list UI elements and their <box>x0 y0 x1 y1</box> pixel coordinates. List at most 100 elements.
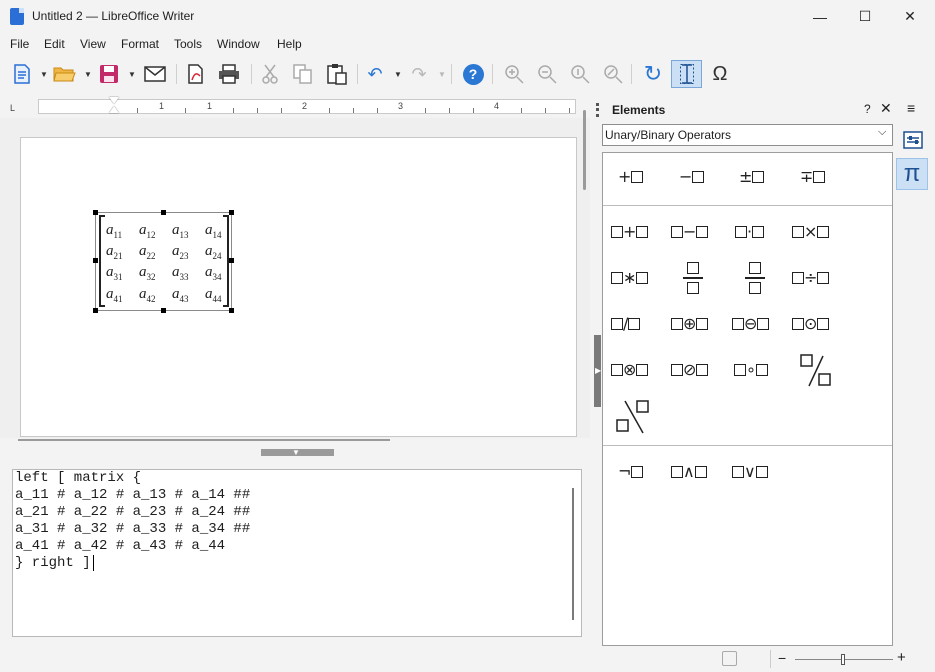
menu-tools[interactable]: Tools <box>174 37 202 51</box>
statusbar-separator <box>770 650 771 668</box>
open-dropdown-icon[interactable]: ▼ <box>84 70 92 79</box>
indent-marker-icon[interactable] <box>109 106 119 113</box>
element-composition[interactable]: ∘ <box>734 360 769 379</box>
print-icon[interactable] <box>214 60 244 88</box>
element-slash-fraction[interactable] <box>799 354 835 391</box>
menu-edit[interactable]: Edit <box>44 37 65 51</box>
maximize-button[interactable]: ☐ <box>842 0 888 33</box>
new-dropdown-icon[interactable]: ▼ <box>40 70 48 79</box>
element-boolean-not[interactable]: ¬ <box>618 462 644 481</box>
element-wide-fraction[interactable] <box>745 262 765 294</box>
element-multiplication-x[interactable]: × <box>792 222 830 241</box>
element-addition[interactable]: + <box>611 222 649 241</box>
document-modified-icon[interactable] <box>722 651 737 666</box>
element-unary-plus[interactable]: + <box>618 167 644 186</box>
element-circled-times[interactable]: ⊗ <box>611 360 649 379</box>
undo-icon[interactable]: ↶ <box>361 60 389 88</box>
selection-handle[interactable] <box>161 308 166 313</box>
new-icon[interactable] <box>8 60 36 88</box>
zoom-in-icon[interactable] <box>500 60 528 88</box>
ruler-tick <box>473 108 474 113</box>
formula-cursor-icon[interactable] <box>671 60 702 88</box>
element-backslash-fraction[interactable] <box>614 399 652 438</box>
selection-handle[interactable] <box>93 308 98 313</box>
element-division[interactable]: ÷ <box>792 268 830 287</box>
zoom-in-button[interactable]: + <box>897 649 906 666</box>
ruler-tick <box>425 108 426 113</box>
matrix-row: a11 a12 a13 a14 <box>106 222 235 240</box>
copy-icon[interactable] <box>289 60 317 88</box>
element-minus-plus[interactable]: ∓ <box>800 167 826 186</box>
ruler-corner-tab-icon[interactable]: L <box>10 103 15 113</box>
properties-icon[interactable] <box>899 126 927 154</box>
selection-handle[interactable] <box>93 210 98 215</box>
paste-icon[interactable] <box>323 60 351 88</box>
selection-handle[interactable] <box>229 308 234 313</box>
cut-icon[interactable] <box>256 60 284 88</box>
element-multiplication-star[interactable]: ∗ <box>611 268 649 287</box>
element-circled-minus[interactable]: ⊖ <box>732 314 770 333</box>
element-circled-plus[interactable]: ⊕ <box>671 314 709 333</box>
sidebar-close-button[interactable]: ✕ <box>880 100 892 117</box>
editor-scrollbar[interactable] <box>572 488 574 620</box>
element-boolean-or[interactable]: ∨ <box>732 462 768 481</box>
zoom-out-icon[interactable] <box>533 60 561 88</box>
ruler-tick <box>353 108 354 113</box>
sidebar-grip-icon[interactable] <box>596 103 599 117</box>
sidebar-menu-button[interactable]: ≡ <box>907 100 915 116</box>
redo-dropdown-icon[interactable]: ▼ <box>438 70 446 79</box>
matrix-cell: a13 <box>172 222 189 240</box>
element-slash[interactable]: / <box>611 314 641 333</box>
element-circled-dot[interactable]: ⊙ <box>792 314 830 333</box>
elements-pi-icon[interactable]: π <box>896 158 928 190</box>
horizontal-scrollbar[interactable] <box>18 439 390 441</box>
element-multiplication-dot[interactable]: · <box>735 222 765 241</box>
email-icon[interactable] <box>141 60 169 88</box>
chevron-down-icon[interactable]: ⌵ <box>878 126 886 139</box>
symbols-icon[interactable]: Ω <box>706 60 734 88</box>
ruler-number: 4 <box>494 101 500 111</box>
matrix-cell: a23 <box>172 243 189 261</box>
element-subtraction[interactable]: − <box>671 222 709 241</box>
redo-icon[interactable]: ↷ <box>405 60 433 88</box>
menu-file[interactable]: File <box>10 37 29 51</box>
selection-handle[interactable] <box>161 210 166 215</box>
element-boolean-and[interactable]: ∧ <box>671 462 707 481</box>
save-icon[interactable] <box>95 60 123 88</box>
indent-marker-icon[interactable] <box>109 97 119 104</box>
close-button[interactable]: ✕ <box>887 0 933 33</box>
zoom-slider-knob[interactable] <box>841 654 845 665</box>
sidebar-help-button[interactable]: ? <box>864 102 871 116</box>
update-icon[interactable]: ↻ <box>639 60 667 88</box>
show-all-icon[interactable] <box>599 60 627 88</box>
element-plus-minus[interactable]: ± <box>739 167 765 186</box>
sidebar-expand-arrow-icon[interactable]: ▶ <box>595 366 601 375</box>
open-icon[interactable] <box>50 60 80 88</box>
element-unary-minus[interactable]: − <box>679 167 705 186</box>
help-icon[interactable]: ? <box>459 60 487 88</box>
matrix-cell: a22 <box>139 243 156 261</box>
export-pdf-icon[interactable] <box>182 60 210 88</box>
menu-help[interactable]: Help <box>277 37 302 51</box>
formula-command-editor[interactable]: left [ matrix { a_11 # a_12 # a_13 # a_1… <box>12 469 582 637</box>
minimize-button[interactable]: — <box>797 0 843 33</box>
selection-handle[interactable] <box>93 258 98 263</box>
elements-category-select[interactable]: Unary/Binary Operators <box>602 124 893 146</box>
ruler-tick <box>377 108 378 113</box>
zoom-100-icon[interactable] <box>566 60 594 88</box>
menu-window[interactable]: Window <box>217 37 260 51</box>
element-circled-slash[interactable]: ⊘ <box>671 360 709 379</box>
element-fraction[interactable] <box>683 262 703 294</box>
collapse-arrow-icon[interactable]: ▼ <box>292 448 300 457</box>
menu-format[interactable]: Format <box>121 37 159 51</box>
matrix-cell: a31 <box>106 264 123 282</box>
save-dropdown-icon[interactable]: ▼ <box>128 70 136 79</box>
ruler-tick <box>569 108 570 113</box>
vertical-scrollbar[interactable] <box>583 110 586 190</box>
ruler-tick <box>257 108 258 113</box>
menu-view[interactable]: View <box>80 37 106 51</box>
selection-handle[interactable] <box>229 210 234 215</box>
section-divider <box>603 445 892 446</box>
undo-dropdown-icon[interactable]: ▼ <box>394 70 402 79</box>
zoom-out-button[interactable]: − <box>778 650 786 666</box>
